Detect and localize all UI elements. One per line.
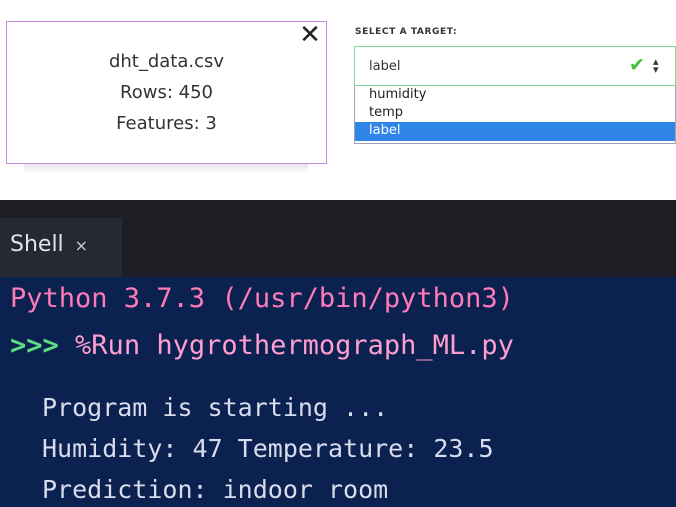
run-command-line: >>> %Run hygrothermograph_ML.py [10, 330, 514, 361]
output-line: Humidity: 47 Temperature: 23.5 [42, 434, 494, 463]
close-icon[interactable]: × [75, 236, 88, 255]
target-select[interactable]: label ✔ ▴ ▾ [354, 46, 676, 86]
select-target-label: SELECT A TARGET: [355, 27, 458, 37]
run-command: %Run hygrothermograph_ML.py [75, 330, 514, 361]
python-version-line: Python 3.7.3 (/usr/bin/python3) [10, 283, 514, 314]
check-icon: ✔ [629, 54, 645, 76]
prompt: >>> [10, 330, 59, 361]
option-label[interactable]: label [355, 122, 675, 141]
option-humidity[interactable]: humidity [355, 86, 675, 104]
row-count: Rows: 450 [120, 82, 213, 103]
shell-console[interactable]: Python 3.7.3 (/usr/bin/python3) >>> %Run… [0, 277, 676, 507]
shell-panel: Shell × Python 3.7.3 (/usr/bin/python3) … [0, 200, 676, 507]
tab-shell[interactable]: Shell × [0, 218, 122, 277]
target-options-list: humidity temp label [354, 86, 676, 144]
output-line: Prediction: indoor room [42, 475, 389, 504]
top-panel: dht_data.csv Rows: 450 Features: 3 ✕ SEL… [0, 0, 676, 200]
output-line: Program is starting ... [42, 393, 389, 422]
file-info-card: dht_data.csv Rows: 450 Features: 3 [6, 21, 327, 164]
target-select-value: label [369, 59, 401, 74]
feature-count: Features: 3 [116, 113, 217, 134]
card-shadow [24, 164, 308, 174]
option-temp[interactable]: temp [355, 104, 675, 122]
filename: dht_data.csv [108, 51, 225, 72]
chevron-updown-icon: ▴ ▾ [653, 55, 659, 76]
tab-shell-label: Shell [10, 232, 64, 257]
close-icon[interactable]: ✕ [298, 22, 322, 48]
tab-strip: Shell × [0, 200, 676, 277]
